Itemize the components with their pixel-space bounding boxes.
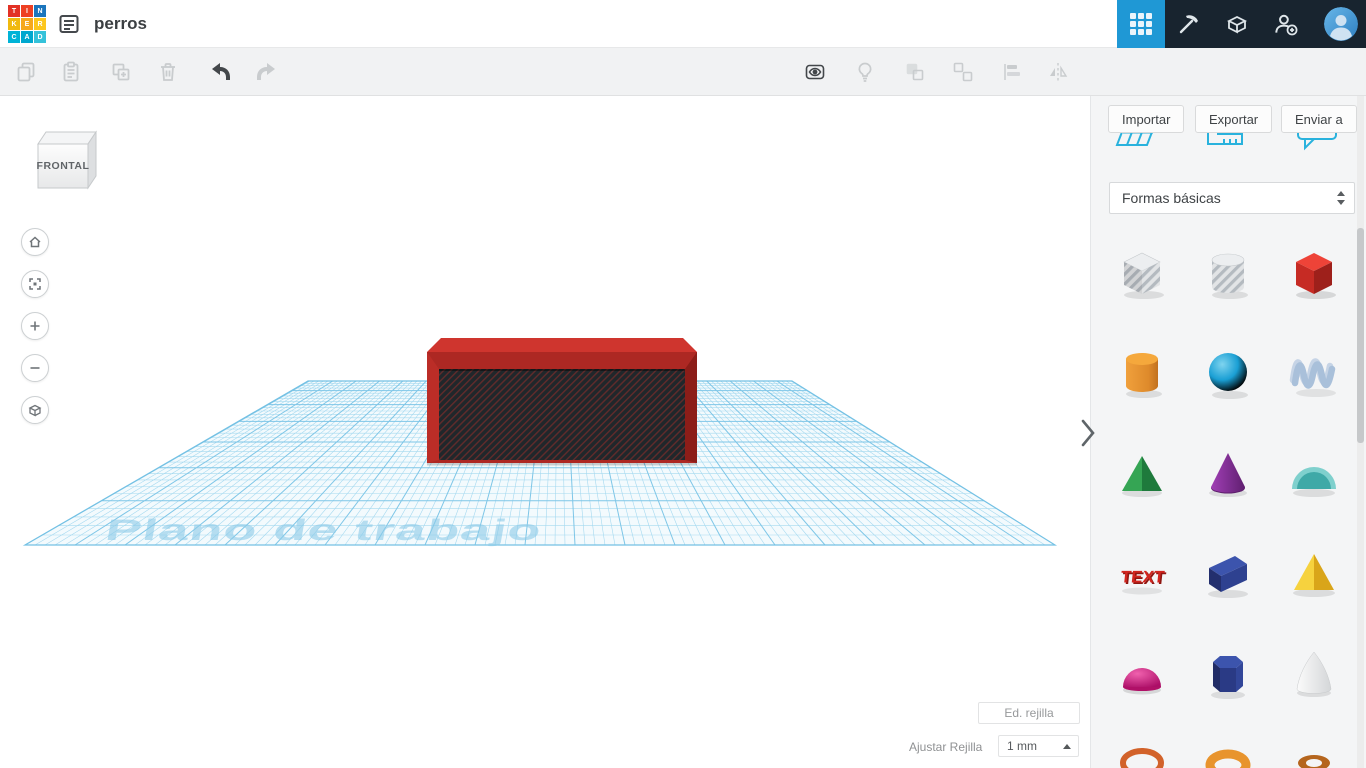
- half-sphere-icon: [1123, 668, 1161, 695]
- shape-cono[interactable]: [1200, 443, 1256, 503]
- view-cube[interactable]: FRONTAL: [26, 122, 100, 196]
- shape-tubo[interactable]: [1286, 743, 1342, 768]
- shape-category-dropdown[interactable]: Formas básicas: [1109, 182, 1355, 214]
- shape-prisma[interactable]: [1200, 643, 1256, 703]
- view-cube-top[interactable]: [37, 131, 97, 145]
- wedge-icon: [1208, 556, 1248, 598]
- tinker-pickaxe-icon[interactable]: [1165, 0, 1213, 48]
- workplane-watermark: Plano de trabajo: [103, 514, 545, 547]
- object-red-box[interactable]: [427, 338, 697, 466]
- hole-box-icon: [1123, 252, 1164, 299]
- header: T I N K E R C A D perros: [0, 0, 1366, 48]
- torus-icon: [1120, 748, 1164, 768]
- redo-icon: [252, 60, 276, 84]
- tinkercad-app: Plano de trabajo FRONTAL Ed. rejilla Aju…: [0, 0, 1366, 768]
- shape-category-label: Formas básicas: [1122, 190, 1221, 206]
- snap-grid-dropdown[interactable]: 1 mm: [998, 735, 1079, 757]
- text-shape-icon: TEXT TEXT: [1120, 568, 1167, 595]
- mirror-icon: [1046, 60, 1070, 84]
- duplicate-icon: [109, 60, 133, 84]
- blocks-icon[interactable]: [1213, 0, 1261, 48]
- light-bulb-icon: [853, 60, 877, 84]
- shape-paraboloide[interactable]: [1286, 643, 1342, 703]
- shape-caja-hueco[interactable]: [1114, 243, 1170, 303]
- logo-letter: I: [21, 5, 33, 17]
- viewport-3d[interactable]: Plano de trabajo: [0, 0, 1090, 768]
- shape-cilindro[interactable]: [1114, 343, 1170, 403]
- paste-icon: [59, 60, 83, 84]
- shape-tejado[interactable]: [1114, 443, 1170, 503]
- shape-tejado-redondo[interactable]: [1286, 443, 1342, 503]
- panel-collapse-chevron-icon[interactable]: [1078, 418, 1098, 450]
- logo-letter: K: [8, 18, 20, 30]
- design-menu-icon[interactable]: [56, 12, 82, 38]
- cylinder-icon: [1126, 353, 1162, 398]
- solid-torus-icon: [1205, 749, 1251, 768]
- stepper-arrows-icon: [1337, 191, 1345, 205]
- view-cube-label: FRONTAL: [37, 160, 90, 172]
- logo-letter: D: [34, 31, 46, 43]
- dashboard-grid-icon[interactable]: [1117, 0, 1165, 48]
- tinkercad-logo[interactable]: T I N K E R C A D: [8, 5, 47, 44]
- hex-prism-icon: [1211, 656, 1245, 699]
- topnav: [1117, 0, 1366, 48]
- scribble-icon: [1289, 358, 1336, 397]
- align-icon: [1000, 60, 1024, 84]
- logo-letter: C: [8, 31, 20, 43]
- hole-cylinder-icon: [1211, 253, 1248, 299]
- round-roof-icon: [1292, 467, 1336, 497]
- undo-icon[interactable]: [207, 60, 231, 84]
- shapes-panel: Formas básicas TEXT TEXT: [1090, 96, 1366, 768]
- shape-cilindro-hueco[interactable]: [1200, 243, 1256, 303]
- export-button[interactable]: Exportar: [1195, 105, 1273, 133]
- zoom-in-button[interactable]: [21, 312, 49, 340]
- toolbar: Importar Exportar Enviar a: [0, 48, 1366, 133]
- ungroup-icon: [951, 60, 975, 84]
- snap-grid-label: Ajustar Rejilla: [909, 740, 983, 754]
- home-view-button[interactable]: [21, 228, 49, 256]
- logo-letter: N: [34, 5, 46, 17]
- dropdown-caret-icon: [1063, 743, 1071, 749]
- box-icon: [1296, 253, 1336, 299]
- shape-toro-solido[interactable]: [1200, 743, 1256, 768]
- paraboloid-icon: [1296, 651, 1332, 697]
- roof-icon: [1122, 456, 1162, 497]
- shape-grid[interactable]: TEXT TEXT: [1102, 243, 1342, 768]
- cone-icon: [1209, 453, 1247, 497]
- sphere-icon: [1209, 353, 1248, 399]
- avatar[interactable]: [1324, 7, 1358, 41]
- fit-view-button[interactable]: [21, 270, 49, 298]
- delete-icon: [156, 60, 180, 84]
- shape-cuna[interactable]: [1200, 543, 1256, 603]
- shape-piramide[interactable]: [1286, 543, 1342, 603]
- copy-icon: [14, 60, 38, 84]
- snap-grid-value: 1 mm: [1007, 739, 1037, 753]
- logo-letter: R: [34, 18, 46, 30]
- edit-grid-button[interactable]: Ed. rejilla: [978, 702, 1080, 724]
- invite-person-add-icon[interactable]: [1261, 0, 1309, 48]
- tube-icon: [1298, 755, 1330, 768]
- shape-semiesfera[interactable]: [1114, 643, 1170, 703]
- logo-letter: E: [21, 18, 33, 30]
- import-button[interactable]: Importar: [1108, 105, 1185, 133]
- shape-garabato[interactable]: [1286, 343, 1342, 403]
- send-to-button[interactable]: Enviar a: [1281, 105, 1357, 133]
- svg-text:TEXT: TEXT: [1120, 568, 1166, 587]
- shape-texto[interactable]: TEXT TEXT: [1114, 543, 1170, 603]
- logo-letter: A: [21, 31, 33, 43]
- pyramid-icon: [1293, 554, 1335, 597]
- perspective-toggle-button[interactable]: [21, 396, 49, 424]
- logo-letter: T: [8, 5, 20, 17]
- zoom-out-button[interactable]: [21, 354, 49, 382]
- panel-scrollbar-thumb[interactable]: [1357, 228, 1364, 443]
- shape-caja[interactable]: [1286, 243, 1342, 303]
- design-title[interactable]: perros: [94, 0, 147, 48]
- shape-esfera[interactable]: [1200, 343, 1256, 403]
- show-all-icon[interactable]: [803, 60, 827, 84]
- group-icon: [903, 60, 927, 84]
- shape-toro[interactable]: [1114, 743, 1170, 768]
